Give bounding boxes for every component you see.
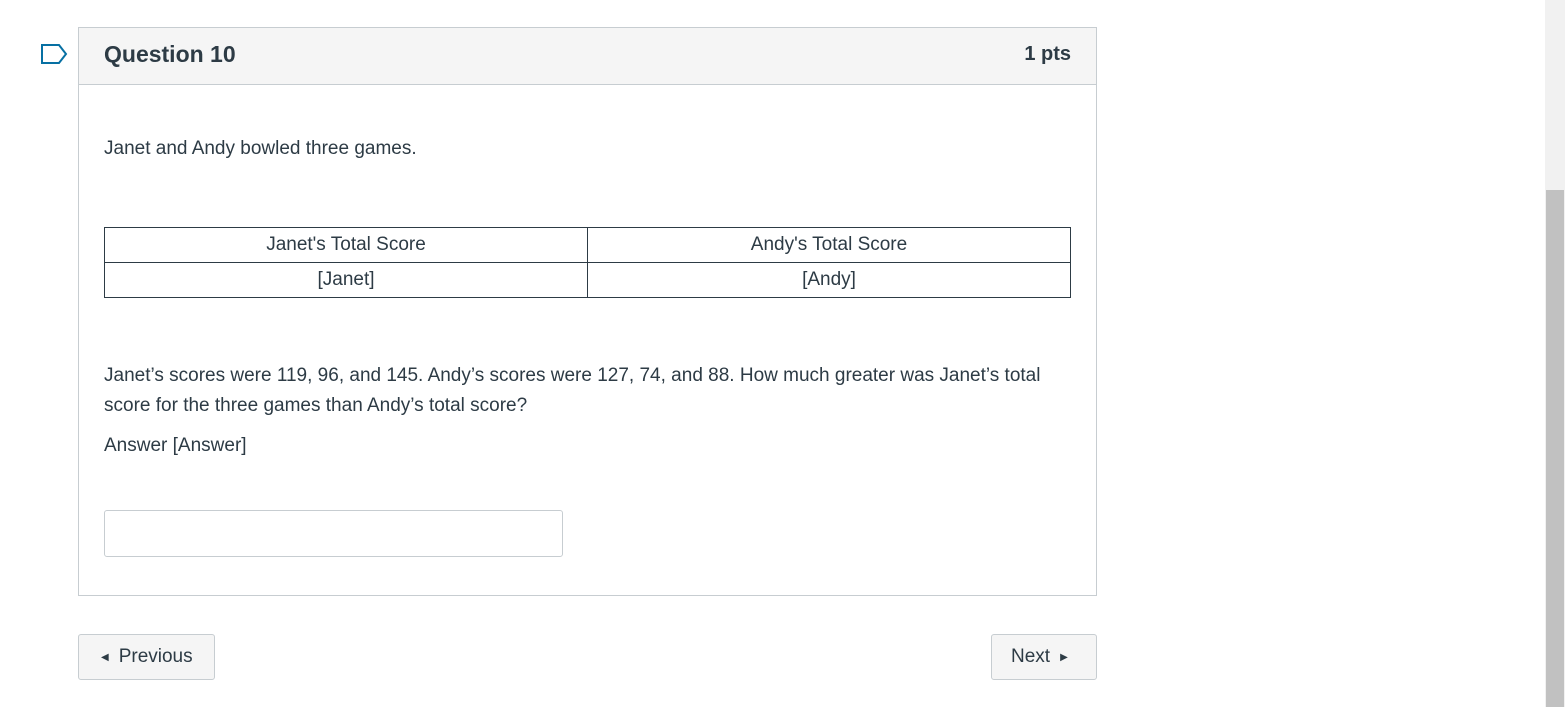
triangle-right-icon: ▶ <box>1060 651 1068 663</box>
question-points: 1 pts <box>1024 43 1071 65</box>
question-problem-text: Janet’s scores were 119, 96, and 145. An… <box>104 365 1041 416</box>
scrollbar-thumb[interactable] <box>1546 190 1564 707</box>
table-header-janet: Janet's Total Score <box>104 227 588 263</box>
table-header-andy: Andy's Total Score <box>587 227 1071 263</box>
table-row: [Janet] [Andy] <box>104 262 1071 298</box>
next-button[interactable]: Next ▶ <box>991 634 1097 680</box>
quiz-page: Question 10 1 pts Janet and Andy bowled … <box>0 0 1565 707</box>
table-cell-janet: [Janet] <box>104 262 588 298</box>
question-header: Question 10 1 pts <box>79 28 1096 85</box>
question-card: Question 10 1 pts Janet and Andy bowled … <box>78 27 1097 596</box>
scores-table: Janet's Total Score Andy's Total Score [… <box>104 227 1071 298</box>
question-title: Question 10 <box>104 41 236 67</box>
triangle-left-icon: ◀ <box>101 651 109 663</box>
answer-input[interactable] <box>104 510 563 557</box>
flag-question-icon[interactable] <box>40 43 68 65</box>
table-cell-andy: [Andy] <box>587 262 1071 298</box>
previous-button-label: Previous <box>118 646 193 667</box>
next-button-label: Next <box>1011 646 1051 667</box>
question-intro: Janet and Andy bowled three games. <box>104 138 417 159</box>
answer-label: Answer [Answer] <box>104 435 247 456</box>
table-header-row: Janet's Total Score Andy's Total Score <box>104 227 1071 263</box>
previous-button[interactable]: ◀ Previous <box>78 634 215 680</box>
